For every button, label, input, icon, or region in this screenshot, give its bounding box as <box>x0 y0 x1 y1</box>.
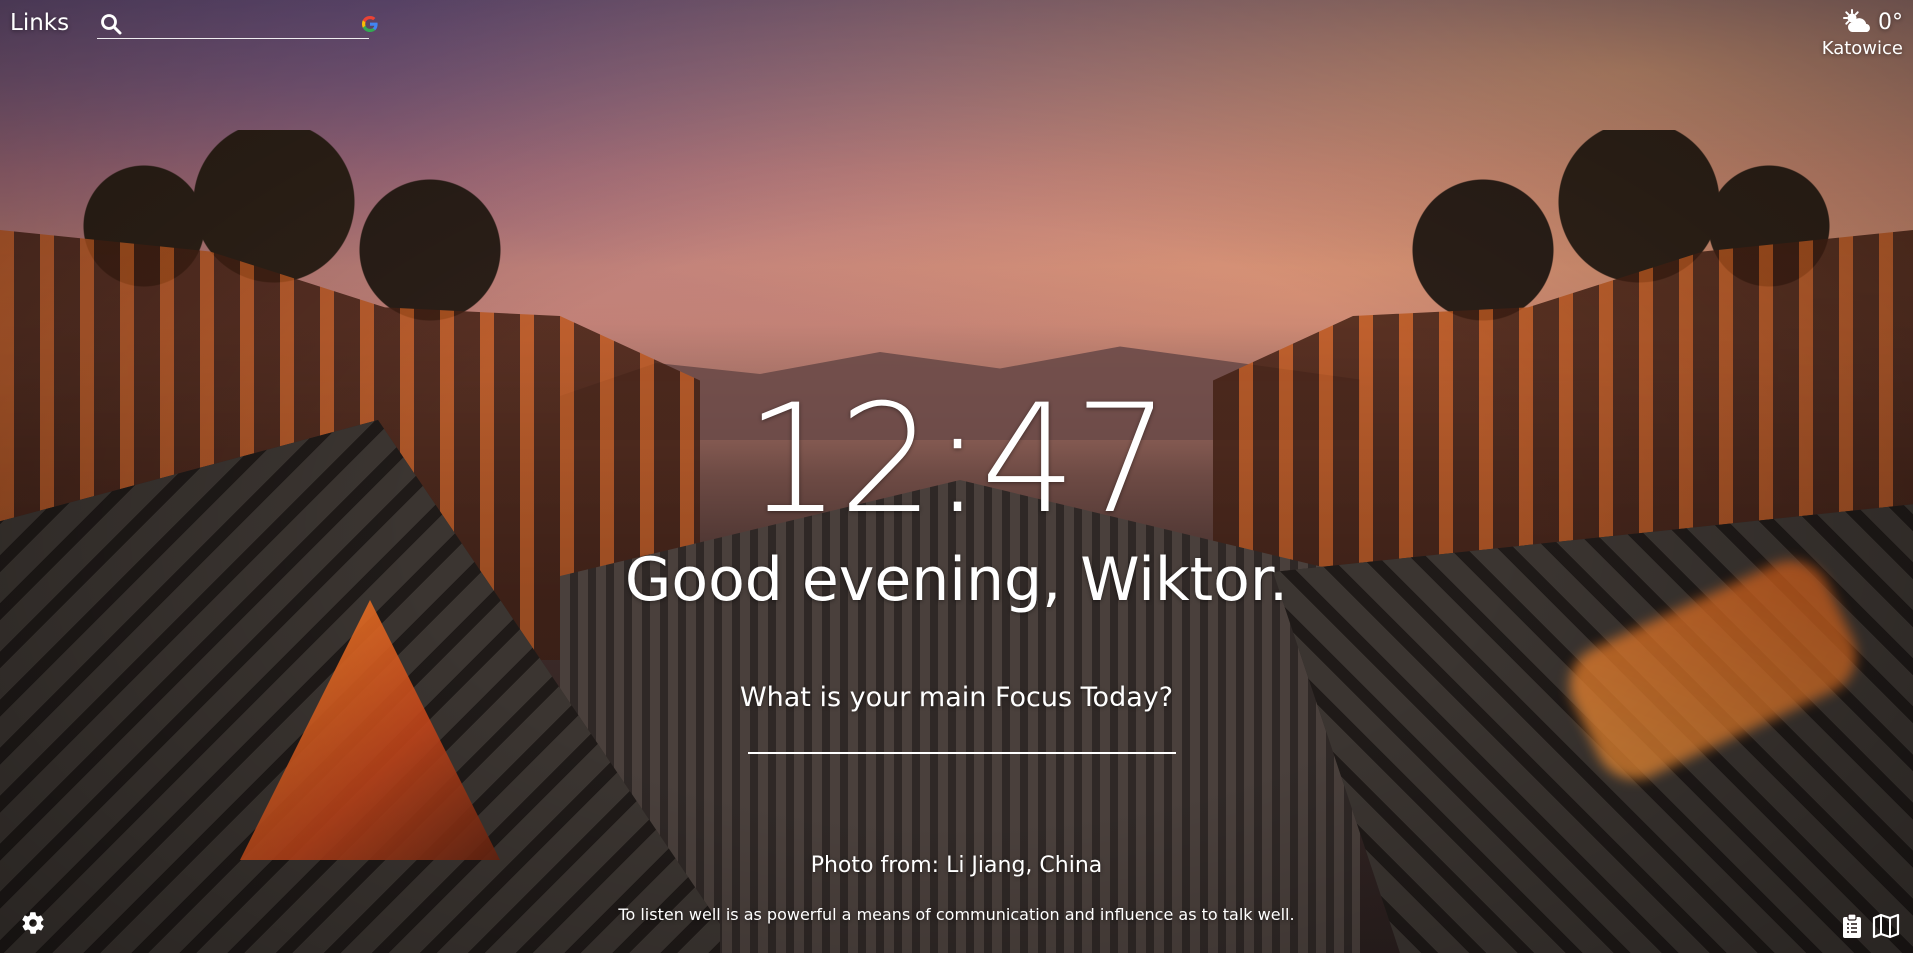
links-button[interactable]: Links <box>10 10 69 36</box>
photo-credit: Photo from: Li Jiang, China <box>0 853 1913 878</box>
daily-quote: To listen well is as powerful a means of… <box>618 905 1295 924</box>
weather-city: Katowice <box>1821 38 1903 59</box>
photo-credit-link[interactable]: Photo from: Li Jiang, China <box>811 853 1103 878</box>
search-icon[interactable] <box>99 12 123 36</box>
search-bar[interactable] <box>97 10 378 39</box>
weather-widget[interactable]: 0° Katowice <box>1822 8 1903 59</box>
map-icon[interactable] <box>1872 913 1900 939</box>
greeting: Good evening, Wiktor. <box>624 545 1289 615</box>
clipboard-icon[interactable] <box>1841 913 1863 939</box>
dashboard-overlay: Links 0° Katowice 12:47 Good evening, Wi… <box>0 0 1913 953</box>
search-input[interactable] <box>123 13 360 35</box>
temperature: 0° <box>1878 9 1903 35</box>
google-icon[interactable] <box>360 14 380 34</box>
gear-icon[interactable] <box>20 910 46 936</box>
focus-question: What is your main Focus Today? <box>739 682 1174 713</box>
partly-cloudy-sun-icon <box>1840 8 1874 36</box>
clock: 12:47 <box>745 373 1169 547</box>
focus-input[interactable] <box>748 714 1176 754</box>
